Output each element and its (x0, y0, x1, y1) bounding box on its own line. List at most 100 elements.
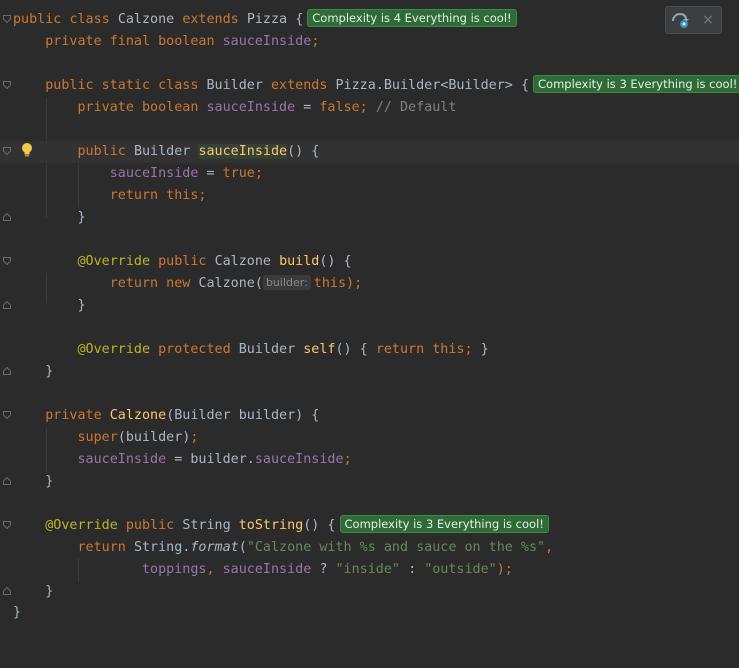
fold-marker-icon[interactable] (3, 81, 11, 89)
return-type: Builder (238, 342, 296, 357)
code-line-10[interactable]: } (0, 207, 739, 229)
keyword: public (77, 144, 126, 159)
brace: } (45, 584, 54, 599)
paren: ( (238, 540, 247, 555)
code-line-16[interactable]: @Override protected Builder self() { ret… (0, 339, 739, 361)
fold-end-icon[interactable] (3, 213, 11, 221)
keyword: extends (182, 12, 239, 27)
signature: () { (303, 518, 336, 533)
code-line-22[interactable]: } (0, 471, 739, 493)
punctuation: ); (496, 562, 513, 577)
brace: } (13, 605, 22, 620)
signature: () { (335, 342, 368, 357)
field-name: toppings (142, 562, 207, 577)
arguments: (builder) (117, 430, 191, 445)
operator: : (408, 562, 417, 577)
code-line-14[interactable]: } (0, 295, 739, 317)
fold-marker-icon[interactable] (3, 257, 11, 265)
operator: ? (319, 562, 328, 577)
code-line-12[interactable]: @Override public Calzone build() { (0, 251, 739, 273)
code-line-9[interactable]: return this; (0, 185, 739, 207)
code-line-27[interactable]: } (0, 581, 739, 603)
constructor-name: Calzone (109, 408, 167, 423)
signature: () { (319, 254, 352, 269)
punctuation: ); (346, 276, 363, 291)
code-line-4[interactable]: public static class Builder extends Pizz… (0, 75, 739, 97)
method-name: build (279, 254, 320, 269)
string-literal: "outside" (424, 562, 497, 577)
code-editor[interactable]: public class Calzone extends Pizza {Comp… (0, 0, 739, 647)
method-name: self (303, 342, 336, 357)
code-line-8[interactable]: sauceInside = true; (0, 163, 739, 185)
keyword: super (77, 430, 118, 445)
floating-toolbar: × (665, 6, 722, 34)
code-line-19[interactable]: private Calzone(Builder builder) { (0, 405, 739, 427)
field-name: sauceInside (109, 166, 199, 181)
keyword: return (77, 540, 126, 555)
static-method: format (190, 540, 239, 555)
keyword: return this; (109, 188, 207, 203)
assignment: = builder. (174, 452, 255, 467)
close-icon[interactable]: × (700, 11, 716, 29)
code-line-20[interactable]: super(builder); (0, 427, 739, 449)
fold-end-icon[interactable] (3, 477, 11, 485)
keyword: this (313, 276, 347, 291)
annotation: @Override (77, 254, 151, 269)
comment: // Default (375, 100, 457, 115)
string-literal: "inside" (335, 562, 401, 577)
literal: false; (319, 100, 368, 115)
fold-end-icon[interactable] (3, 367, 11, 375)
fold-marker-icon[interactable] (3, 15, 11, 23)
fold-end-icon[interactable] (3, 587, 11, 595)
annotation: @Override (77, 342, 151, 357)
class-name: Calzone (117, 12, 175, 27)
code-line-28[interactable]: } (0, 602, 739, 624)
string-literal: "Calzone with %s and sauce on the %s" (246, 540, 546, 555)
field-name: sauceInside (77, 452, 167, 467)
code-line-25[interactable]: return String.format("Calzone with %s an… (0, 537, 739, 559)
code-line-26[interactable]: toppings, sauceInside ? "inside" : "outs… (0, 559, 739, 581)
class-name: Builder (206, 78, 263, 93)
brace: } (45, 364, 54, 379)
keyword: public (125, 518, 175, 533)
complexity-badge[interactable]: Complexity is 3 Everything is cool! (339, 515, 549, 533)
parent-class: Pizza.Builder<Builder> (335, 78, 513, 93)
brace: { (520, 78, 529, 93)
keyword: private boolean (77, 100, 199, 115)
code-line-13[interactable]: return new Calzone(builder: this); (0, 273, 739, 295)
code-line-5[interactable]: private boolean sauceInside = false; // … (0, 97, 739, 119)
field-name: sauceInside (222, 562, 312, 577)
keyword: public static class (45, 78, 199, 93)
brace: } (77, 210, 86, 225)
code-line-1[interactable]: public class Calzone extends Pizza {Comp… (0, 9, 739, 31)
keyword: protected (158, 342, 231, 357)
literal: true; (222, 166, 263, 181)
code-line-7-current[interactable]: public Builder sauceInside() { (0, 141, 739, 163)
reload-gradle-icon[interactable] (672, 11, 690, 29)
method-name: toString (238, 518, 304, 533)
fold-marker-icon[interactable] (3, 411, 11, 419)
complexity-badge[interactable]: Complexity is 3 Everything is cool! (533, 75, 739, 93)
keyword: private final boolean (45, 34, 215, 49)
semicolon: ; (343, 452, 352, 467)
operator: = (303, 100, 312, 115)
code-line-17[interactable]: } (0, 361, 739, 383)
field-name: sauceInside (222, 34, 312, 49)
comma: , (545, 540, 554, 555)
brace: { (295, 12, 304, 27)
code-line-21[interactable]: sauceInside = builder.sauceInside; (0, 449, 739, 471)
keyword: public (13, 12, 62, 27)
keyword: class (69, 12, 110, 27)
field-name: sauceInside (254, 452, 344, 467)
semicolon: ; (190, 430, 199, 445)
complexity-badge[interactable]: Complexity is 4 Everything is cool! (307, 9, 517, 27)
signature: (Builder builder) { (166, 408, 320, 423)
fold-end-icon[interactable] (3, 301, 11, 309)
code-line-24[interactable]: @Override public String toString() {Comp… (0, 515, 739, 537)
fold-marker-icon[interactable] (3, 147, 11, 155)
brace: } (480, 342, 489, 357)
operator: = (206, 166, 215, 181)
lightbulb-icon[interactable] (20, 142, 34, 158)
code-line-2[interactable]: private final boolean sauceInside; (0, 31, 739, 53)
fold-marker-icon[interactable] (3, 521, 11, 529)
